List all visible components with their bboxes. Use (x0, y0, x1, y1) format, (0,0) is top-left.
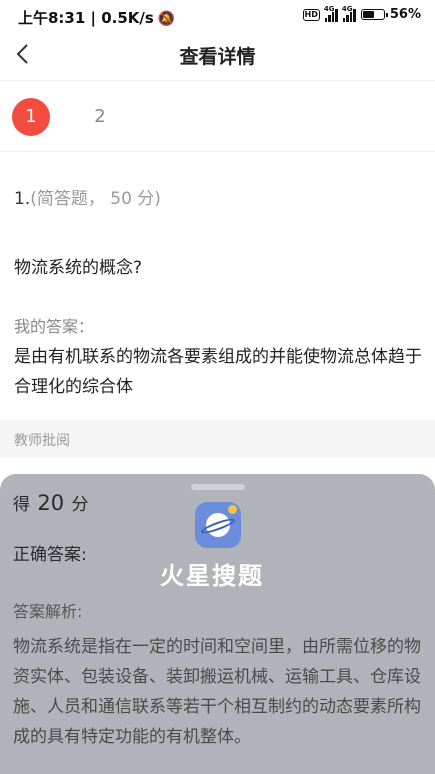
status-indicators: HD 4G 4G 56% (302, 5, 421, 22)
result-sheet: 得 20 分 火星搜题 正确答案: 答案解析: 物流系统是指在一定的时间和空间里… (0, 474, 435, 774)
page-title: 查看详情 (179, 46, 256, 68)
score-prefix: 得 (13, 495, 30, 515)
teacher-review-label: 教师批阅 (14, 433, 70, 449)
planet-logo-icon (195, 502, 241, 548)
correct-answer-label: 正确答案: (13, 545, 87, 565)
score-value: 20 (37, 491, 65, 515)
status-bar: 上午8:31 | 0.5K/s 🔕 HD 4G 4G 56% (0, 0, 435, 32)
question-pager: 1 2 (0, 81, 435, 152)
signal-icon: 4G (324, 5, 338, 22)
question-text: 物流系统的概念? (14, 258, 143, 278)
teacher-review-bar: 教师批阅 (0, 420, 435, 458)
signal-icon: 4G (342, 5, 356, 22)
score-suffix: 分 (71, 495, 89, 515)
mute-icon: 🔕 (157, 11, 176, 27)
my-answer-label: 我的答案： (14, 317, 95, 336)
my-answer-text: 是由有机联系的物流各要素组成的并能使物流总体趋于合理化的综合体 (14, 347, 422, 397)
score: 得 20 分 (13, 490, 89, 515)
question-header: 1.(简答题， 50 分) (14, 184, 161, 209)
analysis-text: 物流系统是指在一定的时间和空间里，由所需位移的物资实体、包装设备、装卸搬运机械、… (13, 637, 421, 747)
question-number: 1. (14, 189, 31, 209)
page-button-1[interactable]: 1 (12, 98, 50, 136)
battery-percent: 56% (389, 7, 421, 22)
page-button-2[interactable]: 2 (81, 98, 119, 136)
drag-handle[interactable] (191, 484, 245, 490)
watermark-brand: 火星搜题 (160, 562, 264, 590)
analysis-label: 答案解析: (13, 602, 83, 621)
question-type: (简答题， 50 分) (30, 189, 161, 209)
battery-icon (360, 9, 388, 20)
status-time-speed: 上午8:31 | 0.5K/s (18, 9, 154, 27)
hd-badge: HD (302, 8, 320, 21)
status-time: 上午8:31 | 0.5K/s 🔕 (18, 7, 175, 28)
nav-header: 查看详情 (0, 32, 435, 81)
